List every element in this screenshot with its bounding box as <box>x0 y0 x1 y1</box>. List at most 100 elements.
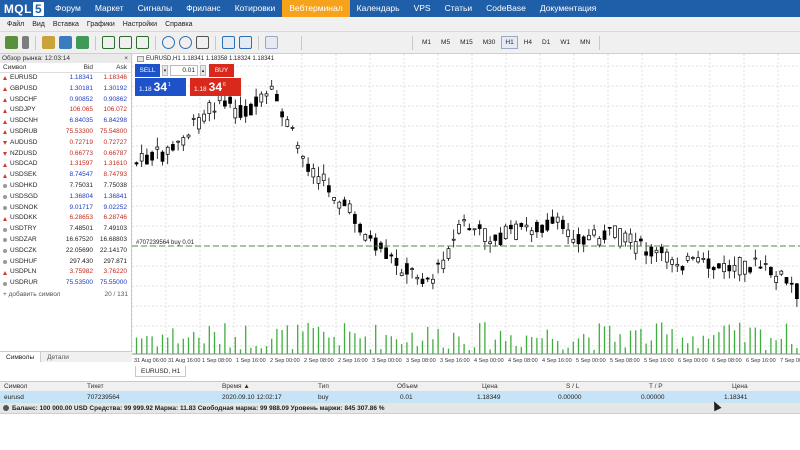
list-item[interactable]: USDTRY 7.48501 7.49103 <box>0 224 131 235</box>
nav-link[interactable]: Фриланс <box>179 0 228 17</box>
list-item[interactable]: USDSGD 1.36804 1.36841 <box>0 192 131 203</box>
symbol-name: USDHKD <box>10 181 38 189</box>
col-tp[interactable]: T / P <box>649 382 663 392</box>
close-icon[interactable]: × <box>124 54 131 63</box>
lot-size-input[interactable]: 0.01 <box>170 65 198 76</box>
timeframe-button[interactable]: H4 <box>520 36 536 49</box>
zoom-out-icon[interactable] <box>179 36 192 49</box>
nav-link[interactable]: Маркет <box>88 0 131 17</box>
nav-link[interactable]: CodeBase <box>479 0 533 17</box>
col-current-price[interactable]: Цена <box>732 382 748 392</box>
list-item[interactable]: USDHUF 297.430 297.871 <box>0 257 131 268</box>
col-ticket[interactable]: Тикет <box>87 382 104 392</box>
table-row[interactable]: eurusd 707239564 2020.09.10 12:02:17 buy… <box>0 392 800 403</box>
list-item[interactable]: USDDKK 6.28653 6.28746 <box>0 213 131 224</box>
list-item[interactable]: AUDUSD 0.72719 0.72727 <box>0 138 131 149</box>
profiles-icon[interactable] <box>22 36 29 49</box>
candle-body <box>316 176 321 184</box>
lot-decrease-button[interactable]: ▾ <box>162 65 168 76</box>
tab-details[interactable]: Детали <box>41 352 75 362</box>
line-chart-icon[interactable] <box>136 36 149 49</box>
tab-symbols[interactable]: Символы <box>0 352 42 362</box>
list-item[interactable]: USDNOK 9.01717 9.02252 <box>0 203 131 214</box>
market-watch-icon[interactable] <box>42 36 55 49</box>
nav-link[interactable]: Календарь <box>350 0 407 17</box>
x-tick-label: 1 Sep 16:00 <box>236 358 266 364</box>
timeframe-button[interactable]: W1 <box>556 36 574 49</box>
list-item[interactable]: USDZAR 16.67520 16.68803 <box>0 235 131 246</box>
col-symbol[interactable]: Символ <box>4 382 27 392</box>
zoom-in-icon[interactable] <box>162 36 175 49</box>
list-item[interactable]: USDHKD 7.75031 7.75038 <box>0 181 131 192</box>
price-chart[interactable]: #707239564 buy 0.01 31 Aug 06:00 31 Aug 16… <box>131 54 800 366</box>
list-item[interactable]: USDPLN 3.75982 3.76220 <box>0 267 131 278</box>
data-window-icon[interactable] <box>59 36 72 49</box>
sell-price-box[interactable]: 1.18 34 1 <box>135 78 186 96</box>
nav-link[interactable]: Котировки <box>228 0 283 17</box>
list-item[interactable]: USDCNH 6.84035 6.84298 <box>0 116 131 127</box>
timeframe-button[interactable]: M30 <box>479 36 500 49</box>
crosshair-icon[interactable] <box>282 36 295 49</box>
buy-price-box[interactable]: 1.18 34 6 <box>190 78 241 96</box>
list-item[interactable]: USDRUB 75.53300 75.54800 <box>0 127 131 138</box>
cursor-icon[interactable] <box>265 36 278 49</box>
navigator-icon[interactable] <box>76 36 89 49</box>
list-item[interactable]: USDRUR 75.53500 75.55000 <box>0 278 131 289</box>
buy-button[interactable]: BUY <box>209 64 234 77</box>
menu-item[interactable]: Настройки <box>119 21 161 28</box>
trendline-icon[interactable] <box>342 36 355 49</box>
list-item[interactable]: USDCAD 1.31597 1.31610 <box>0 159 131 170</box>
menu-item[interactable]: Файл <box>3 21 28 28</box>
list-item[interactable]: GBPUSD 1.30181 1.30192 <box>0 84 131 95</box>
col-volume[interactable]: Объем <box>397 382 418 392</box>
nav-link[interactable]: VPS <box>407 0 438 17</box>
col-ask[interactable]: Ask <box>96 63 130 72</box>
chart-shift-icon[interactable] <box>239 36 252 49</box>
candlestick-icon[interactable] <box>119 36 132 49</box>
list-item[interactable]: USDCZK 22.05690 22.14170 <box>0 246 131 257</box>
col-price[interactable]: Цена <box>482 382 498 392</box>
nav-link[interactable]: Форум <box>48 0 88 17</box>
col-time[interactable]: Время ▲ <box>222 382 250 392</box>
text-icon[interactable] <box>376 36 389 49</box>
menu-item[interactable]: Графики <box>83 21 119 28</box>
chart-tab-eurusd[interactable]: EURUSD, H1 <box>135 366 187 377</box>
horizontal-line-icon[interactable] <box>325 36 338 49</box>
tile-windows-icon[interactable] <box>196 36 209 49</box>
list-item[interactable]: NZDUSD 0.66773 0.66787 <box>0 149 131 160</box>
col-sl[interactable]: S / L <box>566 382 579 392</box>
col-type[interactable]: Тип <box>318 382 329 392</box>
symbol-cell: USDHUF <box>0 257 58 268</box>
list-item[interactable]: USDSEK 8.74547 8.74793 <box>0 170 131 181</box>
nav-link[interactable]: Сигналы <box>131 0 179 17</box>
timeframe-button[interactable]: MN <box>576 36 594 49</box>
lot-increase-button[interactable]: ▴ <box>200 65 206 76</box>
list-item[interactable]: USDCHF 0.90852 0.90862 <box>0 95 131 106</box>
menu-item[interactable]: Вставка <box>49 21 83 28</box>
arrows-icon[interactable] <box>393 36 406 49</box>
timeframe-button[interactable]: M15 <box>456 36 477 49</box>
bar-chart-icon[interactable] <box>102 36 115 49</box>
col-symbol[interactable]: Символ <box>0 63 58 72</box>
timeframe-button[interactable]: H1 <box>501 36 518 49</box>
fullscreen-icon[interactable] <box>606 36 619 49</box>
mql5-logo[interactable]: MQL 5 <box>0 0 48 17</box>
nav-link[interactable]: Вебтерминал <box>282 0 350 17</box>
add-symbol-link[interactable]: + добавить символ <box>3 289 60 300</box>
timeframe-button[interactable]: M5 <box>437 36 454 49</box>
list-item[interactable]: USDJPY 106.065 106.072 <box>0 105 131 116</box>
vertical-line-icon[interactable] <box>308 36 321 49</box>
menu-item[interactable]: Справка <box>161 21 196 28</box>
timeframe-button[interactable]: D1 <box>538 36 554 49</box>
new-chart-icon[interactable] <box>5 36 18 49</box>
bid-cell: 7.48501 <box>69 225 94 233</box>
list-item[interactable]: EURUSD 1.18341 1.18346 <box>0 73 131 84</box>
nav-link[interactable]: Статьи <box>438 0 480 17</box>
sell-button[interactable]: SELL <box>135 64 160 77</box>
timeframe-button[interactable]: M1 <box>418 36 435 49</box>
nav-link[interactable]: Документация <box>533 0 604 17</box>
text-label-icon[interactable] <box>359 36 372 49</box>
menu-item[interactable]: Вид <box>28 21 49 28</box>
col-bid[interactable]: Bid <box>58 63 96 72</box>
autoscroll-icon[interactable] <box>222 36 235 49</box>
